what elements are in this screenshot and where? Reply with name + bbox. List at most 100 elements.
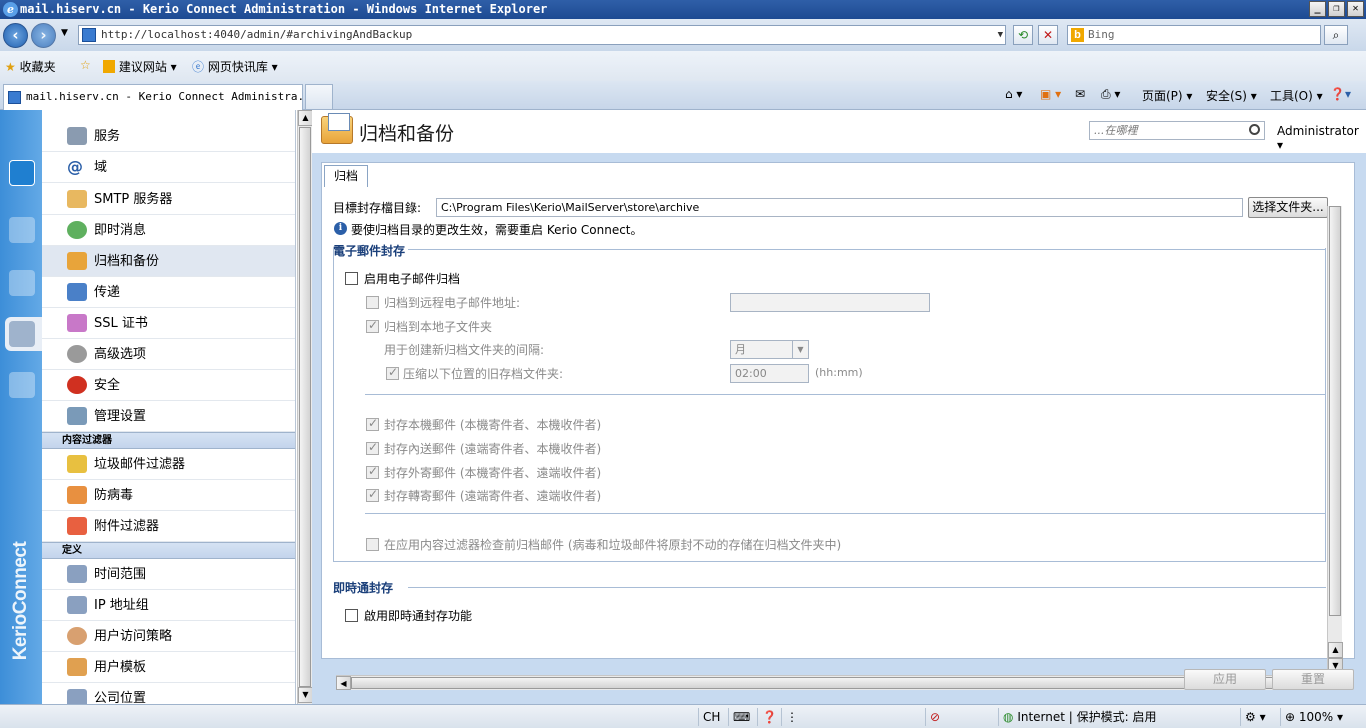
compress-time-input[interactable]: 02:00 [730,364,809,383]
archive-outgoing-checkbox[interactable] [366,464,379,479]
scroll-down-icon[interactable]: ▼ [298,687,313,703]
panel-vertical-scrollbar[interactable]: ▲ ▼ [1327,206,1343,676]
sidebar-item-time-ranges[interactable]: 时间范围 [42,559,295,590]
favorites-button[interactable]: ★ 收藏夹 [5,58,56,75]
sidebar-item-user-templates[interactable]: 用户模板 [42,652,295,683]
tools-menu[interactable]: 工具(O) ▾ [1270,87,1323,104]
zone-settings-icon[interactable]: ⚙ ▾ [1240,708,1276,726]
print-icon[interactable]: ⎙ ▾ [1101,87,1120,102]
feeds-icon[interactable]: ▣ ▾ [1040,87,1061,101]
sidebar-scrollbar[interactable]: ▲ ▼ [297,110,313,704]
back-button[interactable]: ‹ [3,23,28,48]
apply-button[interactable]: 应用 [1184,669,1266,690]
history-dropdown-icon[interactable]: ▼ [61,28,68,38]
refresh-icon[interactable]: ⟲ [1013,25,1033,45]
zone-info[interactable]: ◍ Internet | 保护模式: 启用 [998,708,1238,726]
sidebar-item-security[interactable]: 安全 [42,370,295,401]
help-icon[interactable]: ❓▾ [1330,87,1351,101]
sidebar-item-admin-settings[interactable]: 管理设置 [42,401,295,432]
archive-incoming-checkbox[interactable] [366,440,379,455]
forward-button[interactable]: › [31,23,56,48]
language-indicator[interactable]: CH [698,708,726,726]
enable-im-archive-checkbox[interactable] [345,609,358,622]
search-box[interactable]: b Bing [1067,25,1321,45]
status-bar: CH ⌨ ❓ ⋮ ⊘ ◍ Internet | 保护模式: 启用 ⚙ ▾ ⊕ 1… [0,704,1366,728]
home-icon[interactable]: ⌂ ▾ [1005,87,1022,101]
sidebar-item-ip-groups[interactable]: IP 地址组 [42,590,295,621]
users-app-icon[interactable] [9,217,35,243]
close-window-button[interactable]: ✕ [1347,1,1364,17]
sidebar-item-access-policy[interactable]: 用户访问策略 [42,621,295,652]
browser-tab-active[interactable]: mail.hiserv.cn - Kerio Connect Administr… [3,84,303,110]
sidebar-item-attachment-filter[interactable]: 附件过滤器 [42,511,295,542]
mail-icon[interactable]: ✉ [1075,87,1085,101]
panel-vertical-scroll-thumb[interactable] [1329,206,1341,616]
zoom-control[interactable]: ⊕ 100% ▾ [1280,708,1350,726]
panel-scroll-up-icon[interactable]: ▲ [1328,642,1343,658]
address-bar[interactable]: http://localhost:4040/admin/#archivingAn… [78,25,1006,45]
page-menu[interactable]: 页面(P) ▾ [1142,87,1192,104]
sidebar-item-services[interactable]: 服务 [42,121,295,152]
compress-checkbox[interactable] [386,365,399,380]
security-hand-icon [67,376,87,394]
panel-scroll-left-icon[interactable]: ◀ [336,676,351,690]
remote-address-input[interactable] [730,293,930,312]
address-dropdown-icon[interactable]: ▼ [998,26,1003,44]
interval-select[interactable]: 月 ▼ [730,340,809,359]
minimize-button[interactable]: _ [1309,1,1326,17]
mail-app-icon[interactable] [9,160,35,186]
keyboard-icon[interactable]: ⌨ [728,708,756,726]
archive-dir-input[interactable]: C:\Program Files\Kerio\MailServer\store\… [436,198,1243,217]
interval-label: 用于创建新归档文件夹的间隔: [384,343,545,357]
archive-remote-checkbox[interactable] [366,296,379,309]
ip-group-icon [67,596,87,614]
choose-folder-button[interactable]: 选择文件夹... [1248,197,1328,218]
statistics-app-icon[interactable] [9,270,35,296]
sidebar-item-locations[interactable]: 公司位置 [42,683,295,704]
sidebar-item-smtp[interactable]: SMTP 服务器 [42,184,295,215]
sidebar-item-instant-messaging[interactable]: 即时消息 [42,215,295,246]
archive-relay-checkbox[interactable] [366,487,379,502]
safety-menu[interactable]: 安全(S) ▾ [1206,87,1257,104]
at-sign-icon: @ [67,157,83,176]
tab-archiving[interactable]: 归档 [324,165,369,187]
web-slice-gallery-link[interactable]: ⓔ 网页快讯库 ▾ [192,58,278,75]
certificate-icon [67,314,87,332]
sidebar-item-ssl[interactable]: SSL 证书 [42,308,295,339]
settings-search-input[interactable]: ...在哪裡 [1089,121,1265,140]
sidebar-item-antivirus[interactable]: 防病毒 [42,480,295,511]
reset-button[interactable]: 重置 [1272,669,1354,690]
blocked-icon[interactable]: ⊘ [925,708,951,726]
status-help-icon[interactable]: ❓ [757,708,779,726]
sidebar-item-domains[interactable]: @ 域 [42,152,295,183]
sidebar-item-delivery[interactable]: 传递 [42,277,295,308]
suggested-sites-link[interactable]: 建议网站 ▾ [103,58,177,75]
info-icon: i [334,222,347,235]
panel-horizontal-scroll-thumb[interactable] [351,677,1311,689]
logs-app-icon[interactable] [9,372,35,398]
archive-local-checkbox[interactable] [366,318,379,333]
spam-filter-icon [67,455,87,473]
new-tab-button[interactable] [305,84,333,109]
im-archive-section-title: 即時通封存 [333,581,394,595]
search-go-icon[interactable]: ⌕ [1324,25,1348,45]
archive-local-mail-checkbox[interactable] [366,416,379,431]
add-favorite-icon[interactable]: ☆ [80,58,91,72]
scroll-up-icon[interactable]: ▲ [298,110,313,126]
enable-email-archive-checkbox[interactable] [345,272,358,285]
bing-small-icon [103,60,115,73]
search-icon [1249,124,1260,135]
sidebar-scroll-thumb[interactable] [299,127,311,687]
panel-horizontal-scrollbar[interactable]: ◀ ▶ [336,675,1327,690]
maximize-button[interactable]: ❐ [1328,1,1345,17]
main-area: 归档和备份 ...在哪裡 Administrator ▾ 归档 备份 目標封存檔… [312,110,1366,704]
sidebar-item-archiving[interactable]: 归档和备份 [42,246,295,277]
archive-before-filter-checkbox[interactable] [366,538,379,551]
archive-relay-label: 封存轉寄郵件 (遠端寄件者、遠端收件者) [384,489,602,503]
sidebar-item-spam-filter[interactable]: 垃圾邮件过滤器 [42,449,295,480]
stop-icon[interactable]: ✕ [1038,25,1058,45]
user-menu[interactable]: Administrator ▾ [1277,124,1366,152]
sidebar-item-advanced[interactable]: 高级选项 [42,339,295,370]
status-menu-icon[interactable]: ⋮ [781,708,799,726]
tab-favicon-icon [8,91,21,104]
